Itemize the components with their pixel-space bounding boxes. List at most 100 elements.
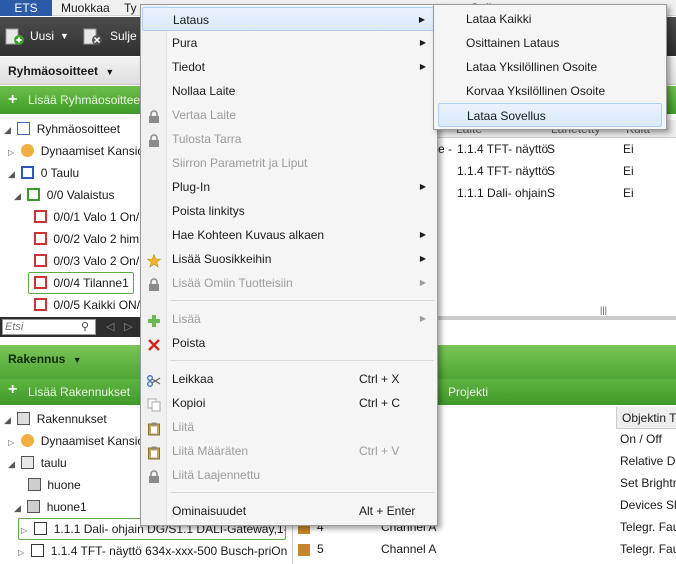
tree-node-dynamic[interactable]: ▷ Dynaamiset Kansiot: [8, 140, 147, 162]
menu-item-lisaa-suosikkeihin[interactable]: Lisää Suosikkeihin ▶: [142, 247, 436, 271]
building-panel-title: Rakennus ▼: [8, 352, 82, 366]
plus-icon: [147, 312, 161, 327]
tree-node-buildings[interactable]: ◢ Rakennukset: [4, 408, 107, 430]
tree-node-distribution-board[interactable]: ◢ taulu: [8, 452, 67, 474]
room-icon: [27, 500, 41, 513]
menu-item-label: Vertaa Laite: [172, 108, 237, 122]
menu-item-poista[interactable]: Poista: [142, 331, 436, 355]
next-result-icon[interactable]: ▷: [124, 320, 132, 333]
collapse-arrow-icon[interactable]: ▷: [8, 432, 18, 454]
tree-node-device[interactable]: ▷ 1.1.4 TFT- näyttö 634x-xxx-500 Busch-p…: [18, 540, 290, 562]
new-dropdown-icon[interactable]: ▼: [60, 17, 69, 56]
tree-node-address[interactable]: 0/0/3 Valo 2 On/: [34, 250, 139, 272]
submenu-arrow-icon: ▶: [419, 182, 426, 191]
collapse-arrow-icon[interactable]: ▷: [21, 521, 31, 539]
table-cell-name[interactable]: Channel A: [381, 538, 436, 560]
expand-arrow-icon[interactable]: ◢: [8, 163, 18, 185]
tree-node-middle-group[interactable]: ◢ 0/0 Valaistus: [14, 184, 115, 206]
submenu-arrow-icon: ▶: [419, 230, 426, 239]
menu-ty[interactable]: Ty: [124, 0, 137, 16]
tree-node-room[interactable]: ◢ huone1: [14, 496, 87, 518]
tree-node-room[interactable]: huone: [28, 474, 81, 496]
building-title-label: Rakennus: [8, 352, 66, 366]
menu-shortcut: Ctrl + V: [359, 444, 400, 458]
menu-muokkaa[interactable]: Muokkaa: [61, 0, 110, 16]
menu-ets[interactable]: ETS: [0, 0, 52, 16]
tree-node-address-selected[interactable]: 0/0/4 Tilanne1: [28, 272, 134, 294]
table-cell-object-type: Telegr. Fau: [620, 520, 676, 534]
scissors-icon: [147, 372, 161, 387]
search-input[interactable]: Etsi ⚲: [2, 319, 96, 335]
close-project-button[interactable]: Sulje: [110, 17, 137, 56]
submenu-item-lataa-yksilollinen-osoite[interactable]: Lataa Yksilöllinen Osoite: [438, 55, 662, 79]
table-cell-device[interactable]: 1.1.4 TFT- näyttö: [457, 160, 548, 182]
lock-icon: [147, 276, 161, 291]
menu-item-liita-laajennettu[interactable]: Liitä Laajennettu: [142, 463, 436, 487]
tree-node-address[interactable]: 0/0/2 Valo 2 him: [34, 228, 139, 250]
menu-item-label: Lisää Omiin Tuotteisiin: [172, 276, 293, 290]
menu-item-label: Lataa Yksilöllinen Osoite: [466, 60, 598, 74]
collapse-arrow-icon[interactable]: ▷: [8, 142, 18, 164]
tree-label: 0/0/3 Valo 2 On/: [53, 254, 140, 268]
menu-item-leikkaa[interactable]: Leikkaa Ctrl + X: [142, 367, 436, 391]
submenu-arrow-icon: ▶: [419, 62, 426, 71]
menu-item-label: Lataa Kaikki: [466, 12, 532, 26]
lock-icon: [147, 132, 161, 147]
tree-node-dynamic[interactable]: ▷ Dynaamiset Kansiot: [8, 430, 147, 452]
add-buildings-button[interactable]: Lisää Rakennukset: [28, 379, 130, 405]
menu-item-siirron-parametrit[interactable]: Siirron Parametrit ja Liput: [142, 151, 436, 175]
expand-arrow-icon[interactable]: ◢: [4, 119, 14, 141]
submenu-item-lataa-kaikki[interactable]: Lataa Kaikki: [438, 7, 662, 31]
scrollbar-grip-icon[interactable]: |||: [600, 305, 607, 315]
collapse-arrow-icon[interactable]: ▷: [18, 542, 28, 562]
submenu-item-korvaa-yksilollinen-osoite[interactable]: Korvaa Yksilöllinen Osoite: [438, 79, 662, 103]
expand-arrow-icon[interactable]: ◢: [14, 497, 24, 519]
add-group-addresses-button[interactable]: Lisää Ryhmäosoitteet: [28, 86, 143, 114]
menu-item-lataus[interactable]: Lataus ▶: [142, 7, 436, 31]
menu-item-lisaa[interactable]: Lisää ▶: [142, 307, 436, 331]
menu-item-liita-maaraten[interactable]: Liitä Määräten Ctrl + V: [142, 439, 436, 463]
tree-node-main-group[interactable]: ◢ 0 Taulu: [8, 162, 79, 184]
horizontal-scrollbar[interactable]: [430, 316, 676, 320]
star-icon: [146, 252, 162, 268]
search-icon[interactable]: ⚲: [81, 320, 89, 334]
menu-shortcut: Alt + Enter: [359, 504, 416, 518]
expand-arrow-icon[interactable]: ◢: [8, 453, 18, 475]
tree-node-address[interactable]: 0/0/5 Kaikki ON/: [34, 294, 140, 316]
expand-arrow-icon[interactable]: ◢: [14, 185, 24, 207]
lock-icon: [147, 108, 161, 123]
menu-item-lisaa-omiin-tuotteisiin[interactable]: Lisää Omiin Tuotteisiin ▶: [142, 271, 436, 295]
table-cell-device[interactable]: 1.1.1 Dali- ohjain: [457, 182, 547, 204]
search-placeholder: Etsi: [5, 321, 24, 333]
tree-label: Ryhmäosoitteet: [36, 122, 121, 136]
menu-item-pura[interactable]: Pura ▶: [142, 31, 436, 55]
new-button[interactable]: Uusi: [30, 17, 54, 56]
add-icon: +: [8, 91, 18, 108]
tree-node-address[interactable]: 0/0/1 Valo 1 On/: [34, 206, 139, 228]
menu-item-kopioi[interactable]: Kopioi Ctrl + C: [142, 391, 436, 415]
menu-item-poista-linkitys[interactable]: Poista linkitys: [142, 199, 436, 223]
tree-node-root[interactable]: ◢ Ryhmäosoitteet: [4, 118, 120, 140]
menu-separator: [170, 300, 434, 301]
menu-item-plug-in[interactable]: Plug-In ▶: [142, 175, 436, 199]
prev-result-icon[interactable]: ◁: [106, 320, 114, 333]
table-cell-object-type: Telegr. Fau: [620, 542, 676, 556]
menu-item-label: Poista linkitys: [172, 204, 245, 218]
chevron-down-icon[interactable]: ▼: [105, 67, 114, 77]
chevron-down-icon[interactable]: ▼: [73, 355, 82, 365]
menu-item-hae-kohteen-kuvaus[interactable]: Hae Kohteen Kuvaus alkaen ▶: [142, 223, 436, 247]
menu-item-vertaa-laite[interactable]: Vertaa Laite: [142, 103, 436, 127]
expand-arrow-icon[interactable]: ◢: [4, 409, 14, 431]
close-project-icon: [82, 28, 104, 46]
submenu-item-osittainen-lataus[interactable]: Osittainen Lataus: [438, 31, 662, 55]
table-cell-device[interactable]: 1.1.4 TFT- näyttö: [457, 138, 548, 160]
menu-item-tulosta-tarra[interactable]: Tulosta Tarra: [142, 127, 436, 151]
column-header-object-type[interactable]: Objektin T: [622, 407, 676, 429]
menu-item-liita[interactable]: Liitä: [142, 415, 436, 439]
menu-item-tiedot[interactable]: Tiedot ▶: [142, 55, 436, 79]
tree-label: 0/0 Valaistus: [46, 188, 115, 202]
menu-item-label: Liitä Laajennettu: [172, 468, 261, 482]
submenu-item-lataa-sovellus[interactable]: Lataa Sovellus: [438, 103, 662, 127]
menu-item-nollaa-laite[interactable]: Nollaa Laite: [142, 79, 436, 103]
menu-item-ominaisuudet[interactable]: Ominaisuudet Alt + Enter: [142, 499, 436, 523]
